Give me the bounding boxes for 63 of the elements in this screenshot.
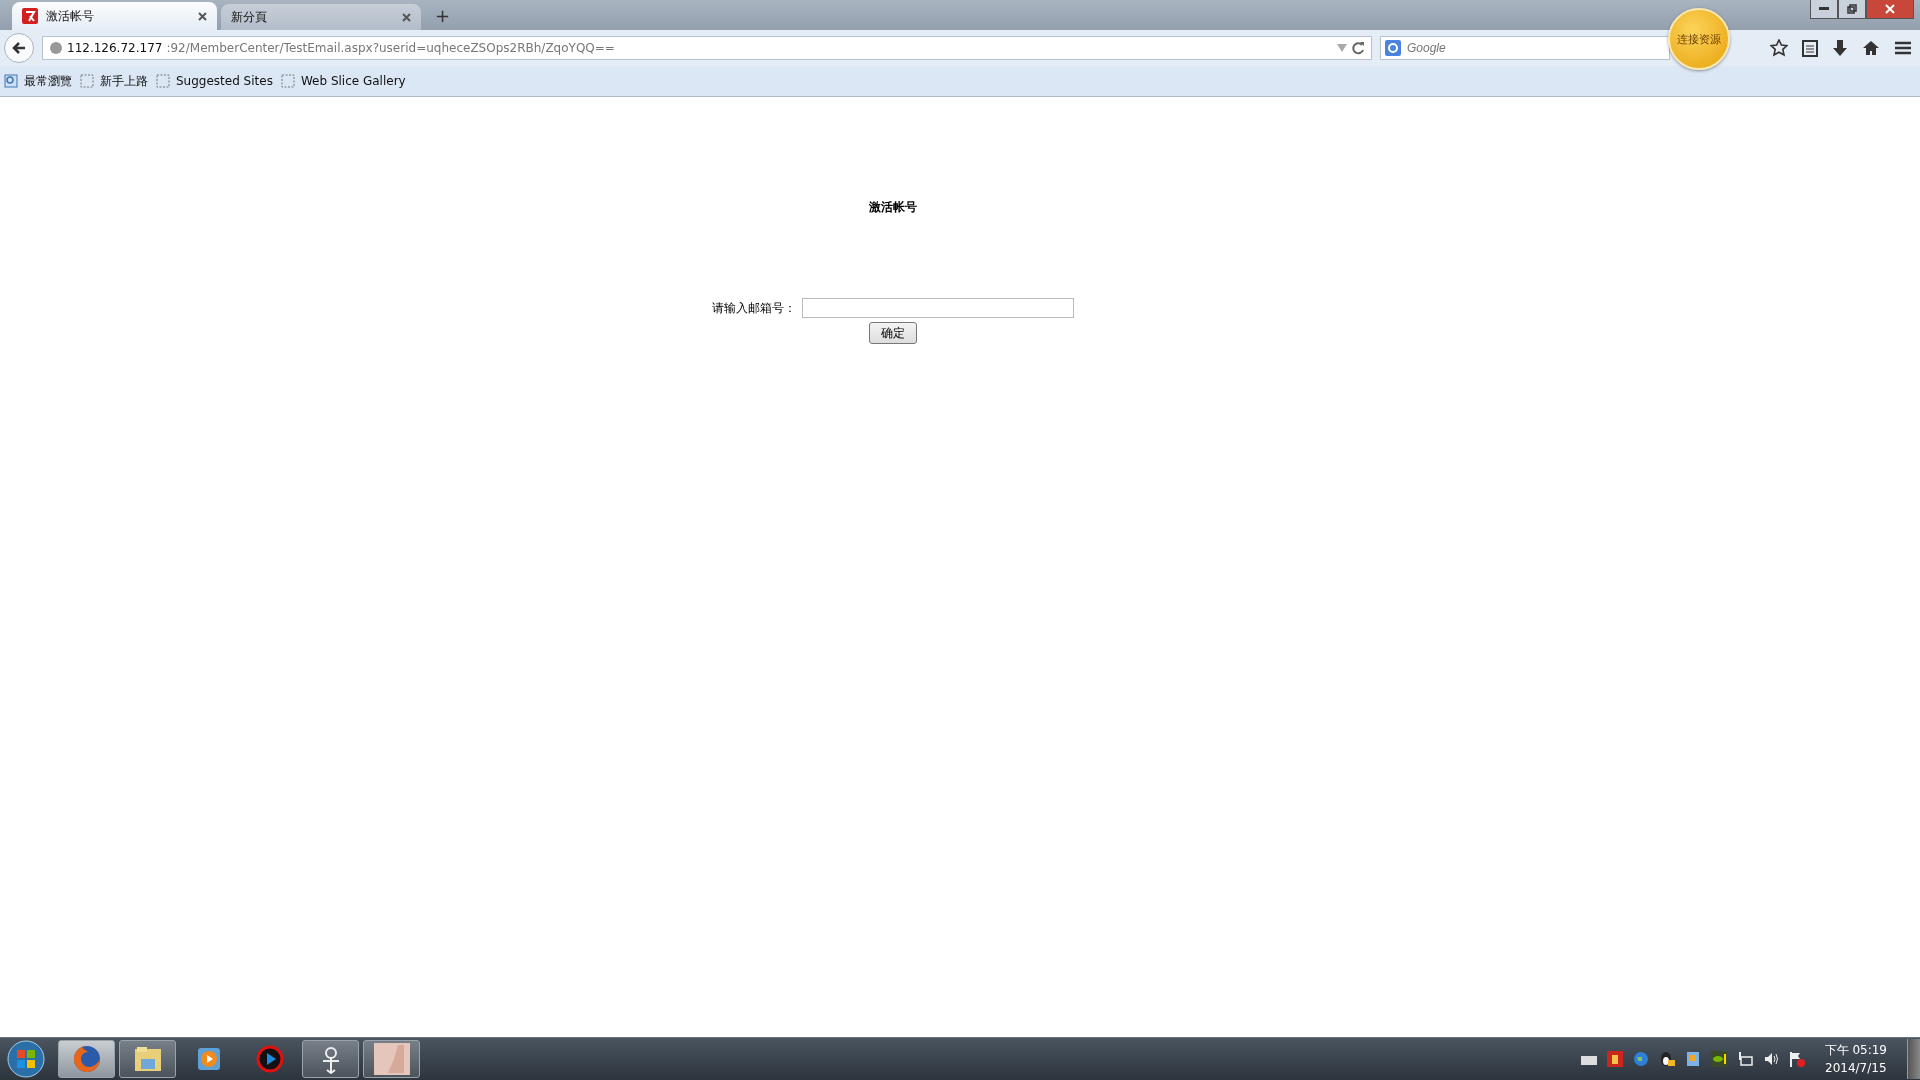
minimize-icon	[1819, 7, 1829, 11]
search-engine-icon[interactable]	[1385, 40, 1401, 56]
tab-title: 新分頁	[231, 8, 268, 26]
bookmark-link[interactable]: Suggested Sites	[176, 74, 273, 88]
folder-icon	[156, 74, 170, 88]
browser-tab[interactable]: 激活帐号	[12, 2, 217, 30]
tab-title: 激活帐号	[46, 7, 95, 25]
bookmark-link[interactable]: 新手上路	[100, 72, 148, 90]
restore-icon	[1847, 4, 1857, 14]
download-icon[interactable]	[1832, 39, 1848, 57]
taskbar-button[interactable]	[58, 1040, 115, 1078]
taskbar-button[interactable]	[119, 1040, 176, 1078]
url-path: :92/MemberCenter/TestEmail.aspx?userid=uqheceZSOps2RBh/ZqoYQQ==	[166, 41, 616, 55]
browser-tab[interactable]: 新分頁	[221, 4, 421, 30]
image-icon[interactable]	[373, 1043, 410, 1075]
folder-icon[interactable]	[132, 1045, 163, 1073]
globe-icon[interactable]	[1632, 1051, 1649, 1067]
clock[interactable]: 下午 05:19 2014/7/15	[1814, 1041, 1897, 1077]
close-icon	[1885, 4, 1895, 14]
reload-icon[interactable]	[1351, 41, 1365, 55]
back-arrow-icon	[11, 40, 27, 56]
show-desktop-button[interactable]	[1907, 1039, 1920, 1079]
search-bar[interactable]: Google	[1380, 36, 1670, 60]
globe-icon	[49, 41, 63, 55]
email-label: 请输入邮箱号：	[712, 299, 796, 317]
url-host: 112.126.72.177	[67, 41, 163, 55]
folder-icon	[280, 74, 295, 88]
star-icon[interactable]	[1770, 39, 1788, 57]
keyboard-icon[interactable]	[1580, 1053, 1597, 1065]
clock-time: 下午 05:19	[1824, 1042, 1887, 1059]
app-icon[interactable]	[1606, 1051, 1623, 1067]
volume-icon[interactable]	[1762, 1051, 1779, 1067]
taskbar-button[interactable]	[302, 1040, 359, 1078]
windows-update-icon[interactable]	[1684, 1051, 1701, 1067]
taskbar-button[interactable]	[363, 1040, 420, 1078]
bookmark-link[interactable]: Web Slice Gallery	[300, 74, 406, 88]
close-icon[interactable]	[198, 11, 207, 21]
back-button[interactable]	[4, 33, 34, 63]
network-icon[interactable]	[1736, 1051, 1753, 1067]
firefox-icon[interactable]	[71, 1044, 102, 1074]
minimize-button[interactable]	[1810, 0, 1838, 19]
folder-icon	[80, 74, 94, 88]
bookmark-link[interactable]: 最常瀏覽	[24, 72, 72, 90]
close-button[interactable]	[1866, 0, 1914, 19]
media-player-icon[interactable]	[195, 1046, 222, 1072]
new-tab-button[interactable]: +	[425, 5, 461, 30]
bookmark-icon	[4, 74, 18, 88]
start-button[interactable]	[4, 1039, 48, 1079]
email-field[interactable]	[802, 298, 1074, 318]
page-title: 激活帐号	[869, 199, 917, 216]
clock-date: 2014/7/15	[1825, 1060, 1887, 1077]
play-icon[interactable]	[255, 1045, 284, 1073]
home-icon[interactable]	[1862, 40, 1880, 56]
submit-button[interactable]: 确定	[869, 322, 917, 344]
address-bar[interactable]: 112.126.72.177 :92/MemberCenter/TestEmail.aspx?userid=uqheceZSOps2RBh/ZqoYQQ==	[42, 36, 1372, 60]
menu-icon[interactable]	[1894, 41, 1912, 55]
clipboard-icon[interactable]	[1802, 39, 1818, 57]
close-icon[interactable]	[402, 12, 411, 22]
flag-icon[interactable]	[1788, 1051, 1805, 1067]
restore-button[interactable]	[1838, 0, 1866, 19]
site-icon	[22, 8, 38, 24]
graphics-icon[interactable]	[1710, 1051, 1727, 1067]
penguin-icon[interactable]	[1658, 1051, 1675, 1067]
